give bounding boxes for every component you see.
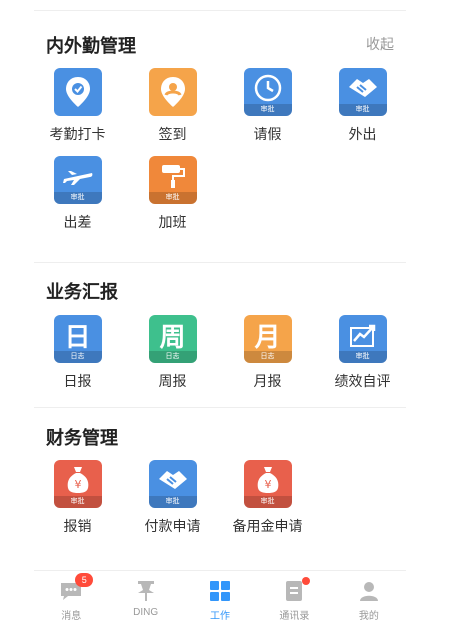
tab-label: DING bbox=[133, 607, 159, 618]
tab-label: 工作 bbox=[210, 611, 231, 622]
work-page: 内外勤管理 收起 考勤打卡 签到 审批 请假 审批 外出 审批 出差 审批 加班… bbox=[0, 0, 472, 629]
approval-band: 审批 bbox=[338, 104, 387, 116]
tab-label: 消息 bbox=[61, 611, 82, 622]
app-label: 出差 bbox=[63, 214, 92, 230]
reports-grid: 日 日志 日报 周 日志 周报 月 日志 月报 审批 绩效自评 bbox=[30, 315, 410, 391]
approval-band: 审批 bbox=[243, 104, 292, 116]
weekly-log-icon: 周 日志 bbox=[148, 315, 197, 363]
app-label: 月报 bbox=[253, 373, 282, 389]
app-label: 日报 bbox=[63, 373, 92, 389]
trend-chart-icon: 审批 bbox=[338, 315, 387, 363]
contacts-book-icon bbox=[282, 577, 311, 603]
handshake-icon: 审批 bbox=[338, 68, 387, 116]
app-label: 外出 bbox=[348, 126, 377, 142]
approval-band: 审批 bbox=[148, 192, 197, 204]
app-label: 请假 bbox=[253, 126, 282, 142]
log-band: 日志 bbox=[243, 351, 292, 363]
bottom-tab-bar: 5 消息 DING 工作 通讯录 我的 bbox=[34, 570, 406, 626]
app-attendance-clock[interactable]: 考勤打卡 bbox=[30, 68, 125, 144]
section-divider bbox=[34, 262, 406, 263]
app-label: 报销 bbox=[63, 518, 92, 534]
tab-work[interactable]: 工作 bbox=[183, 571, 257, 626]
app-label: 绩效自评 bbox=[334, 373, 391, 389]
tab-label: 通讯录 bbox=[279, 611, 310, 622]
handshake-icon: 审批 bbox=[148, 460, 197, 508]
top-divider bbox=[34, 10, 406, 11]
money-bag-icon: ¥ 审批 bbox=[53, 460, 102, 508]
approval-band: 审批 bbox=[53, 496, 102, 508]
app-monthly-report[interactable]: 月 日志 月报 bbox=[220, 315, 315, 391]
paint-roller-icon: 审批 bbox=[148, 156, 197, 204]
app-business-trip[interactable]: 审批 出差 bbox=[30, 156, 125, 232]
app-checkin[interactable]: 签到 bbox=[125, 68, 220, 144]
chat-bubble-icon: 5 bbox=[59, 573, 94, 603]
tab-ding[interactable]: DING bbox=[108, 571, 182, 626]
collapse-button[interactable]: 收起 bbox=[366, 34, 394, 54]
app-overtime[interactable]: 审批 加班 bbox=[125, 156, 220, 232]
app-go-out[interactable]: 审批 外出 bbox=[315, 68, 410, 144]
approval-band: 审批 bbox=[243, 496, 292, 508]
app-label: 备用金申请 bbox=[232, 518, 303, 534]
app-label: 周报 bbox=[158, 373, 187, 389]
approval-band: 审批 bbox=[148, 496, 197, 508]
monthly-log-icon: 月 日志 bbox=[243, 315, 292, 363]
app-payment-request[interactable]: 审批 付款申请 bbox=[125, 460, 220, 536]
section-title-finance: 财务管理 bbox=[46, 428, 118, 448]
app-petty-cash-request[interactable]: ¥ 审批 备用金申请 bbox=[220, 460, 315, 536]
svg-text:¥: ¥ bbox=[264, 478, 271, 491]
clock-icon: 审批 bbox=[243, 68, 292, 116]
app-label: 加班 bbox=[158, 214, 187, 230]
log-band: 日志 bbox=[53, 351, 102, 363]
checkin-pin-icon bbox=[148, 68, 197, 116]
pin-icon bbox=[134, 579, 158, 603]
section-title-attendance: 内外勤管理 bbox=[46, 36, 136, 56]
app-label: 考勤打卡 bbox=[49, 126, 106, 142]
app-leave[interactable]: 审批 请假 bbox=[220, 68, 315, 144]
app-daily-report[interactable]: 日 日志 日报 bbox=[30, 315, 125, 391]
finance-grid: ¥ 审批 报销 审批 付款申请 ¥ 审批 备用金申请 bbox=[30, 460, 410, 536]
app-reimbursement[interactable]: ¥ 审批 报销 bbox=[30, 460, 125, 536]
tab-messages[interactable]: 5 消息 bbox=[34, 571, 108, 626]
airplane-icon: 审批 bbox=[53, 156, 102, 204]
svg-text:¥: ¥ bbox=[74, 478, 81, 491]
tab-label: 我的 bbox=[358, 611, 379, 622]
log-band: 日志 bbox=[148, 351, 197, 363]
section-title-reports: 业务汇报 bbox=[46, 282, 118, 302]
daily-log-icon: 日 日志 bbox=[53, 315, 102, 363]
attendance-grid: 考勤打卡 签到 审批 请假 审批 外出 审批 出差 审批 加班 bbox=[30, 68, 410, 232]
person-icon bbox=[357, 579, 381, 603]
unread-badge: 5 bbox=[75, 573, 94, 587]
app-label: 付款申请 bbox=[144, 518, 201, 534]
tab-me[interactable]: 我的 bbox=[332, 571, 406, 626]
approval-band: 审批 bbox=[53, 192, 102, 204]
approval-band: 审批 bbox=[338, 351, 387, 363]
tab-contacts[interactable]: 通讯录 bbox=[257, 571, 331, 626]
notification-dot bbox=[302, 577, 311, 585]
money-bag-icon: ¥ 审批 bbox=[243, 460, 292, 508]
location-pin-icon bbox=[53, 68, 102, 116]
section-divider bbox=[34, 407, 406, 408]
grid-icon bbox=[208, 579, 232, 603]
app-label: 签到 bbox=[158, 126, 187, 142]
app-weekly-report[interactable]: 周 日志 周报 bbox=[125, 315, 220, 391]
app-performance-review[interactable]: 审批 绩效自评 bbox=[315, 315, 410, 391]
